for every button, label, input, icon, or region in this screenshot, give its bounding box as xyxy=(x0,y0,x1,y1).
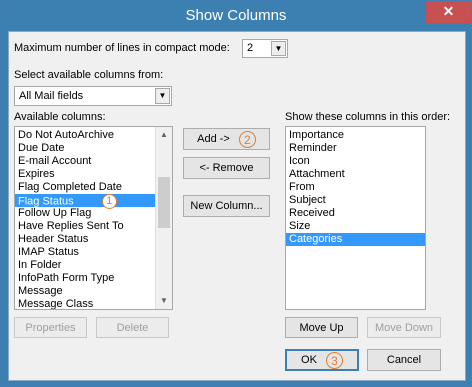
list-item[interactable]: Header Status xyxy=(15,233,156,246)
list-item-label: Attachment xyxy=(289,168,345,180)
list-item-label: InfoPath Form Type xyxy=(18,272,115,284)
list-item[interactable]: Flag Status 1 xyxy=(15,194,156,209)
list-item[interactable]: Subject xyxy=(286,194,425,207)
chevron-down-icon[interactable]: ▼ xyxy=(155,88,170,104)
list-item-label: Categories xyxy=(289,233,343,245)
ok-button[interactable]: OK 3 xyxy=(285,349,359,371)
annotation-badge: 1 xyxy=(101,194,117,209)
compact-mode-label: Maximum number of lines in compact mode: xyxy=(14,42,230,54)
move-down-button[interactable]: Move Down xyxy=(367,317,441,338)
list-item-label: Flag Completed Date xyxy=(18,181,122,193)
list-item-label: Follow Up Flag xyxy=(18,207,92,219)
list-item-label: Have Replies Sent To xyxy=(18,220,124,232)
source-select[interactable]: All Mail fields ▼ xyxy=(14,86,172,106)
new-column-button[interactable]: New Column... xyxy=(183,195,270,217)
list-item-label: Header Status xyxy=(18,233,89,245)
compact-mode-value: 2 xyxy=(247,42,254,54)
list-item-label: Due Date xyxy=(18,142,65,154)
list-item[interactable]: Message Class xyxy=(15,298,156,310)
list-item[interactable]: From xyxy=(286,181,425,194)
list-item[interactable]: Importance xyxy=(286,129,425,142)
annotation-badge: 2 xyxy=(238,130,256,148)
list-item-label: Received xyxy=(289,207,335,219)
list-item[interactable]: Attachment xyxy=(286,168,425,181)
list-item[interactable]: E-mail Account xyxy=(15,155,156,168)
add-button[interactable]: Add -> 2 xyxy=(183,128,270,150)
show-columns-dialog: Show Columns ✕ Maximum number of lines i… xyxy=(0,0,472,387)
list-item-label: Do Not AutoArchive xyxy=(18,129,114,141)
list-item-label: Size xyxy=(289,220,311,232)
compact-mode-select[interactable]: 2 ▼ xyxy=(242,39,288,58)
shown-columns-items: Importance Reminder Icon Attachment From Subj… xyxy=(286,129,425,246)
title-bar: Show Columns ✕ xyxy=(1,1,471,31)
annotation-badge: 3 xyxy=(325,351,343,369)
list-item-label: Message Class xyxy=(18,298,94,310)
delete-button[interactable]: Delete xyxy=(96,317,169,338)
source-label: Select available columns from: xyxy=(14,69,164,81)
cancel-button[interactable]: Cancel xyxy=(367,349,441,371)
available-columns-list[interactable]: Do Not AutoArchive Due Date E-mail Account… xyxy=(14,126,173,310)
list-item-label: Flag Status xyxy=(18,195,74,208)
list-item[interactable]: InfoPath Form Type xyxy=(15,272,156,285)
ok-button-label: OK xyxy=(301,354,317,366)
list-item[interactable]: Size xyxy=(286,220,425,233)
available-columns-items: Do Not AutoArchive Due Date E-mail Account… xyxy=(15,129,156,310)
scroll-down-icon[interactable]: ▼ xyxy=(156,293,172,309)
dialog-body: Maximum number of lines in compact mode:… xyxy=(8,31,466,381)
list-item-label: Subject xyxy=(289,194,326,206)
window-title: Show Columns xyxy=(185,7,287,24)
scroll-up-icon[interactable]: ▲ xyxy=(156,127,172,143)
scroll-thumb[interactable] xyxy=(158,177,170,228)
list-item-label: Icon xyxy=(289,155,310,167)
properties-button[interactable]: Properties xyxy=(14,317,87,338)
list-item[interactable]: Due Date xyxy=(15,142,156,155)
list-item-label: In Folder xyxy=(18,259,62,271)
list-item[interactable]: Reminder xyxy=(286,142,425,155)
list-item[interactable]: Icon xyxy=(286,155,425,168)
close-button[interactable]: ✕ xyxy=(426,1,471,23)
list-item[interactable]: Flag Completed Date xyxy=(15,181,156,194)
list-item-label: Reminder xyxy=(289,142,337,154)
list-item[interactable]: IMAP Status xyxy=(15,246,156,259)
list-item[interactable]: Expires xyxy=(15,168,156,181)
source-value: All Mail fields xyxy=(19,90,84,102)
available-columns-label: Available columns: xyxy=(14,111,106,123)
move-up-button[interactable]: Move Up xyxy=(285,317,358,338)
list-item-label: Message xyxy=(18,285,63,297)
add-button-label: Add -> xyxy=(197,133,230,145)
list-item[interactable]: Have Replies Sent To xyxy=(15,220,156,233)
list-item-label: From xyxy=(289,181,315,193)
list-item-label: Expires xyxy=(18,168,55,180)
list-item[interactable]: In Folder xyxy=(15,259,156,272)
chevron-down-icon[interactable]: ▼ xyxy=(271,41,286,56)
list-item[interactable]: Message xyxy=(15,285,156,298)
shown-columns-label: Show these columns in this order: xyxy=(285,111,451,123)
list-item[interactable]: Follow Up Flag xyxy=(15,207,156,220)
list-item-label: E-mail Account xyxy=(18,155,92,167)
list-item[interactable]: Categories xyxy=(286,233,425,246)
shown-columns-list[interactable]: Importance Reminder Icon Attachment From Subj… xyxy=(285,126,426,310)
list-item[interactable]: Received xyxy=(286,207,425,220)
remove-button[interactable]: <- Remove xyxy=(183,157,270,179)
list-item-label: IMAP Status xyxy=(18,246,79,258)
list-item[interactable]: Do Not AutoArchive xyxy=(15,129,156,142)
scrollbar[interactable]: ▲ ▼ xyxy=(155,127,172,309)
list-item-label: Importance xyxy=(289,129,345,141)
